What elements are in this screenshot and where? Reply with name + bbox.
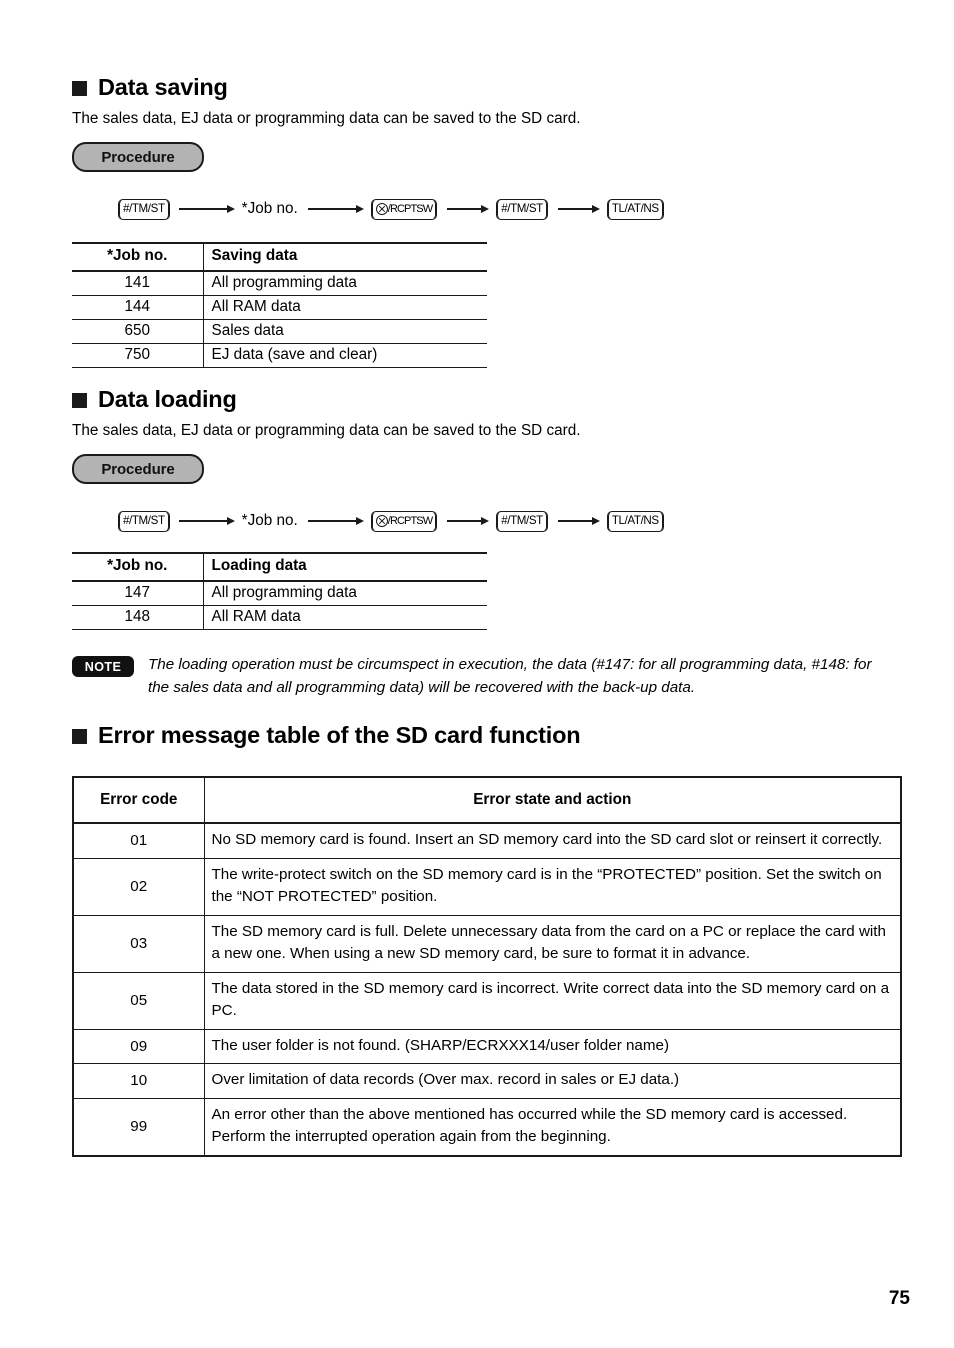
table-row: 147 All programming data (72, 580, 487, 606)
error-state-action: The user folder is not found. (SHARP/ECR… (203, 1028, 902, 1064)
key-rcptsw-label-1: /RCPTSW (387, 202, 433, 215)
loading-data-desc: All programming data (202, 580, 487, 606)
procedure-label: Procedure (72, 142, 204, 172)
note-text: The loading operation must be circumspec… (148, 656, 872, 696)
loading-job-no: 147 (72, 580, 203, 606)
error-state-action: Over limitation of data records (Over ma… (203, 1063, 902, 1099)
section-data-loading: Data loading (72, 386, 237, 413)
error-message-table: Error code Error state and action 01 No … (72, 776, 902, 1157)
data-saving-procedure-badge: Procedure (72, 142, 204, 172)
saving-job-no: 750 (72, 343, 203, 368)
note-block: NOTE The loading operation must be circu… (72, 654, 882, 700)
square-bullet-icon (72, 729, 87, 744)
flow-job-no-1: *Job no. (241, 200, 298, 218)
document-page: Data saving The sales data, EJ data or p… (0, 0, 954, 1348)
table-row: 10 Over limitation of data records (Over… (72, 1063, 902, 1099)
table-row: 09 The user folder is not found. (SHARP/… (72, 1028, 902, 1064)
saving-job-no: 144 (72, 295, 203, 320)
table-row: 750 EJ data (save and clear) (72, 343, 487, 368)
section-data-saving: Data saving (72, 74, 228, 101)
table-row: 01 No SD memory card is found. Insert an… (72, 822, 902, 859)
data-loading-procedure-badge: Procedure (72, 454, 204, 484)
key-tl-at-ns-2: TL/AT/NS (606, 510, 664, 532)
key-multiply-rcptsw-1: /RCPTSW (370, 198, 438, 220)
table-row: 141 All programming data (72, 270, 487, 296)
loading-table-header-job-no: *Job no. (72, 553, 203, 582)
data-loading-heading-text: Data loading (98, 386, 237, 412)
loading-data-table: *Job no. Loading data 147 All programmin… (72, 552, 487, 630)
loading-data-desc: All RAM data (202, 605, 487, 630)
square-bullet-icon (72, 81, 87, 96)
error-table-header-state: Error state and action (203, 776, 902, 824)
data-saving-heading-text: Data saving (98, 74, 228, 100)
table-row: 144 All RAM data (72, 295, 487, 320)
table-row: 02 The write-protect switch on the SD me… (72, 857, 902, 916)
loading-job-no: 148 (72, 605, 203, 630)
page-number: 75 (888, 1288, 910, 1309)
table-row: 03 The SD memory card is full. Delete un… (72, 914, 902, 973)
flow-arrow-5 (178, 516, 235, 526)
circled-multiply-icon (375, 515, 388, 527)
error-code: 10 (72, 1063, 205, 1099)
error-table-heading: Error message table of the SD card funct… (72, 722, 581, 749)
error-state-action: The SD memory card is full. Delete unnec… (203, 914, 902, 973)
procedure-label: Procedure (72, 454, 204, 484)
error-state-action: The data stored in the SD memory card is… (203, 971, 902, 1030)
data-loading-key-flow: #/TM/ST *Job no. /RCPTSW #/TM/ST TL/AT/N… (118, 506, 664, 536)
saving-job-no: 650 (72, 319, 203, 344)
saving-data-desc: Sales data (202, 319, 487, 344)
flow-arrow-4 (557, 204, 600, 214)
key-rcptsw-label-2: /RCPTSW (387, 514, 433, 527)
flow-arrow-1 (178, 204, 235, 214)
key-hash-tm-st-4: #/TM/ST (496, 510, 548, 532)
error-table-header-code: Error code (72, 776, 205, 824)
table-header-row: Error code Error state and action (72, 776, 902, 824)
key-multiply-rcptsw-2: /RCPTSW (370, 510, 438, 532)
table-row: 650 Sales data (72, 319, 487, 344)
square-bullet-icon (72, 393, 87, 408)
section-error-table: Error message table of the SD card funct… (72, 722, 581, 749)
error-code: 03 (72, 914, 205, 973)
table-row: 99 An error other than the above mention… (72, 1097, 902, 1157)
error-table-heading-text: Error message table of the SD card funct… (98, 722, 581, 748)
saving-data-desc: All programming data (202, 270, 487, 296)
flow-arrow-8 (557, 516, 600, 526)
flow-arrow-6 (307, 516, 364, 526)
error-state-action: The write-protect switch on the SD memor… (203, 857, 902, 916)
table-row: 148 All RAM data (72, 605, 487, 630)
key-hash-tm-st-1: #/TM/ST (118, 198, 170, 220)
flow-job-no-2: *Job no. (241, 512, 298, 530)
data-saving-heading: Data saving (72, 74, 228, 101)
loading-table-header-loading-data: Loading data (202, 553, 487, 582)
key-tl-at-ns-1: TL/AT/NS (606, 198, 664, 220)
note-badge: NOTE (72, 656, 134, 677)
data-loading-intro: The sales data, EJ data or programming d… (72, 422, 581, 439)
error-code: 01 (72, 822, 205, 859)
error-code: 02 (72, 857, 205, 916)
saving-table-header-saving-data: Saving data (202, 243, 487, 272)
error-state-action: An error other than the above mentioned … (203, 1097, 902, 1157)
error-code: 05 (72, 971, 205, 1030)
table-header-row: *Job no. Saving data (72, 243, 487, 272)
key-hash-tm-st-3: #/TM/ST (118, 510, 170, 532)
saving-job-no: 141 (72, 270, 203, 296)
key-hash-tm-st-2: #/TM/ST (496, 198, 548, 220)
error-code: 09 (72, 1028, 205, 1064)
flow-arrow-7 (447, 516, 490, 526)
flow-arrow-2 (307, 204, 364, 214)
data-saving-intro: The sales data, EJ data or programming d… (72, 110, 581, 127)
saving-data-desc: EJ data (save and clear) (202, 343, 487, 368)
saving-table-header-job-no: *Job no. (72, 243, 203, 272)
data-saving-key-flow: #/TM/ST *Job no. /RCPTSW #/TM/ST TL/AT/N… (118, 194, 664, 224)
table-row: 05 The data stored in the SD memory card… (72, 971, 902, 1030)
table-header-row: *Job no. Loading data (72, 553, 487, 582)
error-state-action: No SD memory card is found. Insert an SD… (203, 822, 902, 859)
circled-multiply-icon (375, 203, 388, 215)
flow-arrow-3 (447, 204, 490, 214)
data-loading-heading: Data loading (72, 386, 237, 413)
saving-data-table: *Job no. Saving data 141 All programming… (72, 242, 487, 368)
saving-data-desc: All RAM data (202, 295, 487, 320)
error-code: 99 (72, 1097, 205, 1157)
